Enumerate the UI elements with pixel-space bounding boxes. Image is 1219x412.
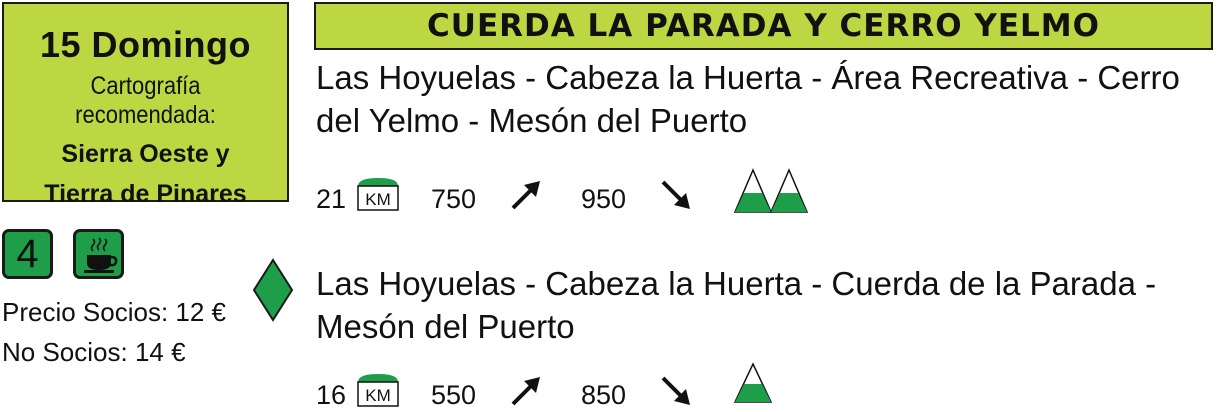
member-price: Precio Socios: 12 € [2, 297, 227, 327]
ascent-value: 750 [431, 184, 477, 214]
non-member-price: No Socios: 14 € [2, 337, 186, 367]
distance-value: 16 [316, 380, 347, 410]
arrow-up-right-icon [511, 181, 540, 210]
arrow-up-right-icon [511, 377, 540, 406]
coffee-badge [73, 229, 124, 279]
ascent-value: 550 [431, 380, 477, 410]
cartography-label: Cartografía recomendada: [75, 72, 216, 129]
difficulty-level-badge: 4 [2, 229, 53, 279]
route-description-2: Las Hoyuelas - Cabeza la Huerta - Cuerda… [316, 265, 1157, 345]
arrow-down-right-icon [661, 376, 690, 405]
descent-value: 950 [581, 184, 627, 214]
difficulty-level-value: 4 [16, 232, 39, 276]
region-line-2: Tierra de Pinares [44, 180, 247, 208]
km-label: KM [365, 386, 391, 405]
km-icon: KM [357, 374, 399, 407]
mountain-peak-icon [733, 168, 809, 213]
region-line-1: Sierra Oeste y [61, 140, 230, 168]
mountain-peak-icon [733, 362, 773, 403]
date-box: 15 Domingo Cartografía recomendada: Sier… [2, 2, 289, 208]
diamond-icon [252, 258, 294, 322]
route-stats-1: 21 KM 750 950 [316, 168, 836, 216]
descent-value: 850 [581, 380, 627, 410]
event-date: 15 Domingo [39, 24, 251, 65]
km-icon: KM [357, 178, 399, 211]
coffee-cup-icon [84, 237, 118, 273]
route-description-1: Las Hoyuelas - Cabeza la Huerta - Área R… [316, 59, 1180, 139]
distance-value: 21 [316, 184, 347, 214]
arrow-down-right-icon [661, 180, 690, 209]
route-title: CUERDA LA PARADA Y CERRO YELMO [314, 2, 1213, 50]
route-stats-2: 16 KM 550 850 [316, 362, 836, 412]
km-label: KM [365, 190, 391, 209]
